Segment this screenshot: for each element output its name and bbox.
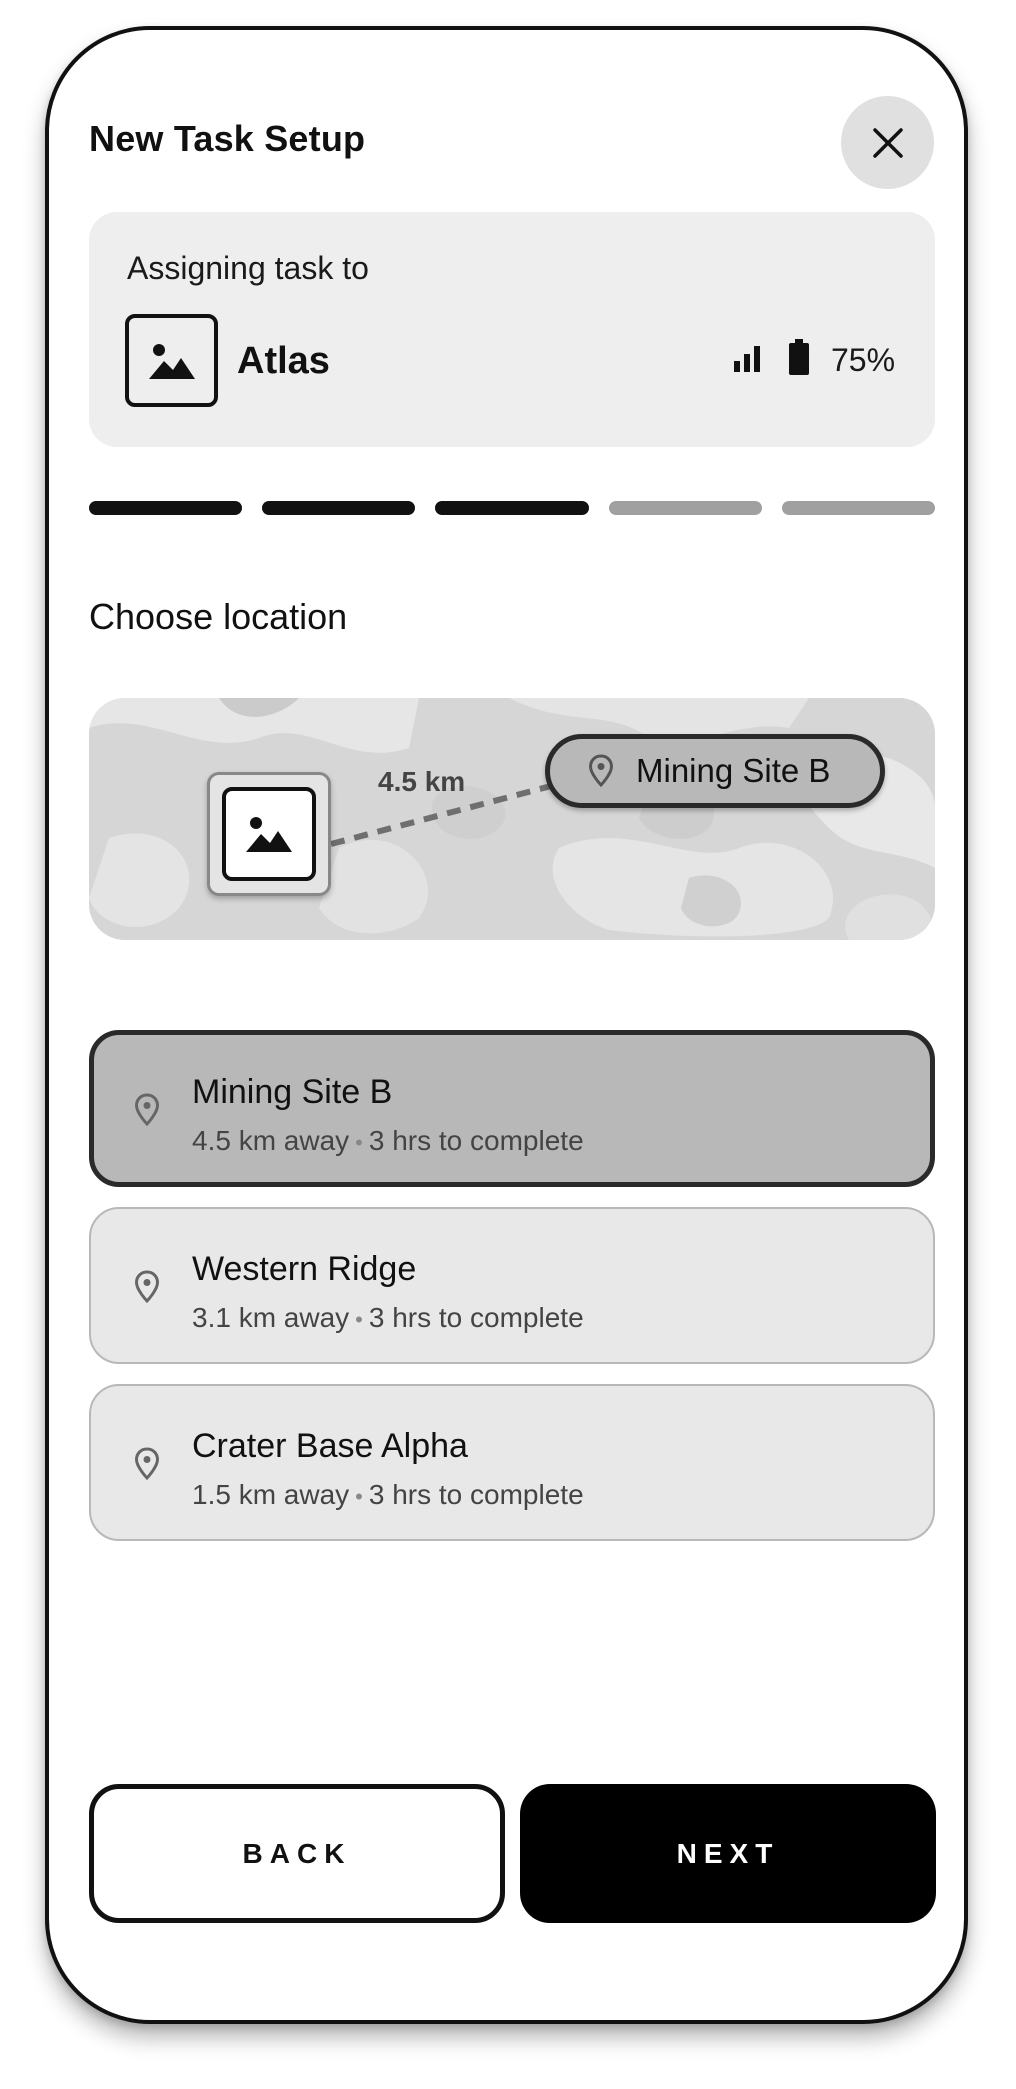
map-destination-pill[interactable]: Mining Site B — [545, 734, 885, 808]
location-option[interactable]: Crater Base Alpha 1.5 km away • 3 hrs to co… — [89, 1384, 935, 1541]
map-robot-avatar — [222, 787, 316, 881]
separator-dot: • — [355, 1130, 363, 1155]
location-details: 1.5 km away • 3 hrs to complete — [192, 1479, 584, 1511]
location-name: Mining Site B — [192, 1073, 393, 1111]
location-pin-icon — [134, 1093, 160, 1132]
progress-step-5 — [781, 501, 936, 515]
location-pin-icon — [134, 1447, 160, 1486]
map-robot-marker[interactable] — [207, 772, 331, 896]
battery-percentage: 75% — [831, 342, 896, 378]
close-icon — [872, 127, 903, 158]
location-distance: 4.5 km away — [192, 1125, 350, 1156]
location-option[interactable]: Western Ridge 3.1 km away • 3 hrs to comple… — [89, 1207, 935, 1364]
close-button[interactable] — [841, 96, 934, 189]
location-duration: 3 hrs to complete — [368, 1302, 584, 1333]
progress-step-3 — [435, 501, 589, 515]
progress-step-2 — [262, 501, 416, 515]
map-destination-label: Mining Site B — [636, 752, 831, 789]
location-option[interactable]: Mining Site B 4.5 km away • 3 hrs to comple… — [89, 1030, 935, 1187]
location-name: Crater Base Alpha — [192, 1427, 468, 1465]
location-details: 3.1 km away • 3 hrs to complete — [192, 1302, 584, 1334]
robot-avatar — [125, 314, 218, 407]
progress-step-1 — [89, 501, 243, 515]
step-progress-bar — [89, 501, 936, 515]
location-pin-icon — [588, 754, 614, 788]
robot-name: Atlas — [237, 340, 330, 382]
map-distance-label: 4.5 km — [378, 766, 466, 797]
image-placeholder-icon — [246, 817, 292, 852]
separator-dot: • — [355, 1307, 363, 1332]
page-title: New Task Setup — [89, 118, 366, 159]
location-duration: 3 hrs to complete — [368, 1479, 584, 1510]
back-button[interactable]: BACK — [89, 1784, 505, 1923]
location-pin-icon — [134, 1270, 160, 1309]
location-map[interactable]: 4.5 km Mining Site B — [89, 698, 935, 940]
signal-bars-icon — [734, 346, 760, 372]
assignment-card: Assigning task to Atlas 75% — [89, 212, 935, 447]
location-distance: 3.1 km away — [192, 1302, 350, 1333]
phone-frame: New Task Setup Assigning task to Atlas 7… — [45, 26, 968, 2024]
location-duration: 3 hrs to complete — [368, 1125, 584, 1156]
assignment-label: Assigning task to — [127, 250, 369, 286]
location-name: Western Ridge — [192, 1250, 417, 1288]
location-distance: 1.5 km away — [192, 1479, 350, 1510]
battery-icon — [789, 339, 809, 375]
section-title: Choose location — [89, 596, 348, 637]
location-details: 4.5 km away • 3 hrs to complete — [192, 1125, 584, 1157]
next-button[interactable]: NEXT — [520, 1784, 936, 1923]
progress-step-4 — [608, 501, 762, 515]
separator-dot: • — [355, 1484, 363, 1509]
image-placeholder-icon — [148, 343, 195, 379]
